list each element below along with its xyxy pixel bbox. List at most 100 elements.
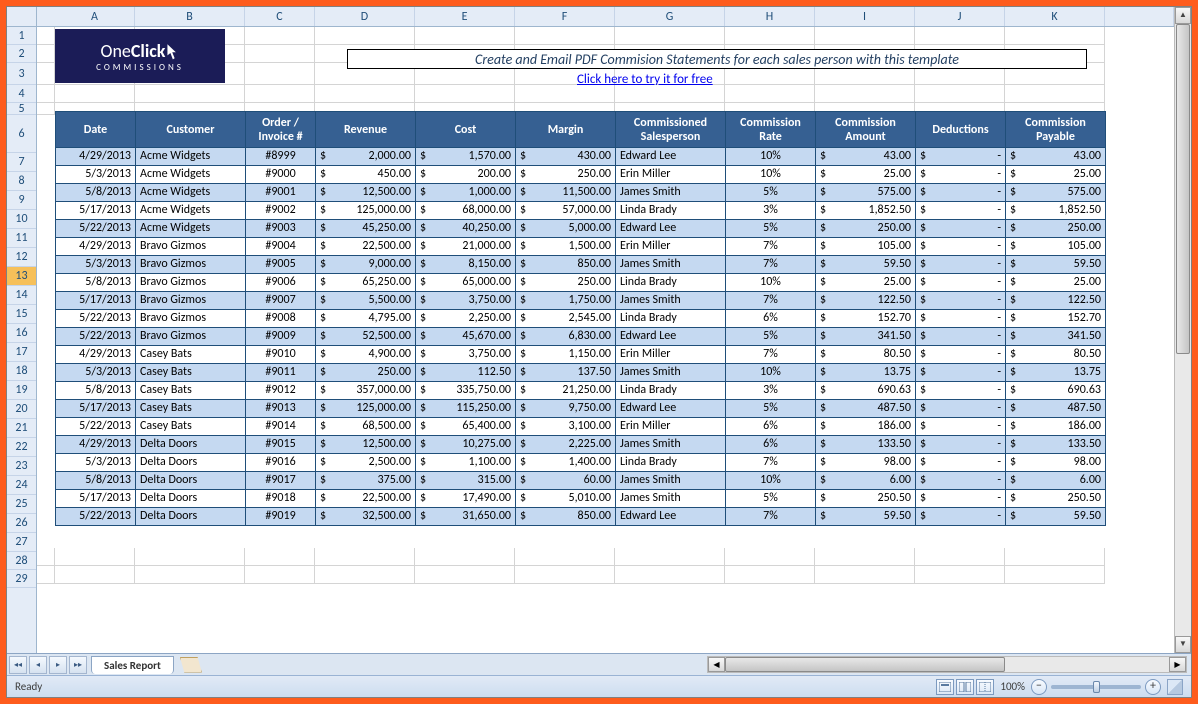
cell[interactable]: Erin Miller: [616, 238, 726, 256]
cell[interactable]: 186.00: [816, 418, 916, 436]
cell[interactable]: Delta Doors: [136, 490, 246, 508]
cell[interactable]: 10%: [726, 166, 816, 184]
table-row[interactable]: 5/3/2013Delta Doors#90162,500.001,100.00…: [56, 454, 1106, 472]
cell[interactable]: Casey Bats: [136, 418, 246, 436]
cell[interactable]: James Smith: [616, 184, 726, 202]
cell[interactable]: Bravo Gizmos: [136, 256, 246, 274]
cell[interactable]: 40,250.00: [416, 220, 516, 238]
cell[interactable]: 5/3/2013: [56, 166, 136, 184]
row-header-12[interactable]: 12: [7, 248, 36, 267]
cell[interactable]: 115,250.00: [416, 400, 516, 418]
cell[interactable]: 1,852.50: [1006, 202, 1106, 220]
col-header-commission-rate[interactable]: CommissionRate: [726, 112, 816, 148]
cell[interactable]: 6,830.00: [516, 328, 616, 346]
cell[interactable]: 5/8/2013: [56, 382, 136, 400]
cell[interactable]: Linda Brady: [616, 454, 726, 472]
sheet[interactable]: OneClick COMMISSIONS Create and Email PD…: [37, 27, 1174, 115]
zoom-slider-knob[interactable]: [1093, 681, 1100, 693]
cell[interactable]: 12,500.00: [316, 436, 416, 454]
cell[interactable]: Erin Miller: [616, 166, 726, 184]
table-row[interactable]: 5/8/2013Casey Bats#9012357,000.00335,750…: [56, 382, 1106, 400]
cell[interactable]: 52,500.00: [316, 328, 416, 346]
cell[interactable]: 6.00: [1006, 472, 1106, 490]
cell[interactable]: $-: [916, 238, 1006, 256]
cell[interactable]: Bravo Gizmos: [136, 292, 246, 310]
cell[interactable]: Erin Miller: [616, 418, 726, 436]
table-row[interactable]: 5/17/2013Bravo Gizmos#90075,500.003,750.…: [56, 292, 1106, 310]
cell[interactable]: 65,250.00: [316, 274, 416, 292]
scroll-down-button[interactable]: ▼: [1175, 636, 1191, 653]
scroll-thumb-vertical[interactable]: [1176, 24, 1190, 354]
cell[interactable]: #9008: [246, 310, 316, 328]
cell[interactable]: 32,500.00: [316, 508, 416, 526]
cell[interactable]: 152.70: [816, 310, 916, 328]
row-header-22[interactable]: 22: [7, 438, 36, 457]
cell[interactable]: $-: [916, 436, 1006, 454]
table-row[interactable]: 5/3/2013Casey Bats#9011250.00112.50137.5…: [56, 364, 1106, 382]
cell[interactable]: Casey Bats: [136, 346, 246, 364]
column-header-G[interactable]: G: [615, 7, 725, 26]
zoom-percent[interactable]: 100%: [1000, 680, 1025, 693]
cell[interactable]: 186.00: [1006, 418, 1106, 436]
cell[interactable]: 7%: [726, 256, 816, 274]
cell[interactable]: #9005: [246, 256, 316, 274]
row-header-24[interactable]: 24: [7, 476, 36, 495]
cell[interactable]: Linda Brady: [616, 382, 726, 400]
cell[interactable]: Edward Lee: [616, 400, 726, 418]
cell[interactable]: 850.00: [516, 508, 616, 526]
cell[interactable]: 80.50: [816, 346, 916, 364]
cell[interactable]: 375.00: [316, 472, 416, 490]
row-header-5[interactable]: 5: [7, 103, 36, 115]
row-header-1[interactable]: 1: [7, 27, 36, 45]
cell[interactable]: 3,750.00: [416, 292, 516, 310]
cell[interactable]: 10%: [726, 148, 816, 166]
cell[interactable]: 122.50: [816, 292, 916, 310]
cell[interactable]: 4,900.00: [316, 346, 416, 364]
row-header-7[interactable]: 7: [7, 153, 36, 172]
column-header-I[interactable]: I: [815, 7, 915, 26]
cell[interactable]: 7%: [726, 346, 816, 364]
cell[interactable]: 43.00: [816, 148, 916, 166]
cell[interactable]: 5%: [726, 220, 816, 238]
cell[interactable]: 45,250.00: [316, 220, 416, 238]
cell[interactable]: 2,250.00: [416, 310, 516, 328]
table-row[interactable]: 5/22/2013Acme Widgets#900345,250.0040,25…: [56, 220, 1106, 238]
cell[interactable]: #9010: [246, 346, 316, 364]
col-header-revenue[interactable]: Revenue: [316, 112, 416, 148]
cell[interactable]: 59.50: [816, 256, 916, 274]
cell[interactable]: 4/29/2013: [56, 238, 136, 256]
cell[interactable]: 1,000.00: [416, 184, 516, 202]
cell[interactable]: Acme Widgets: [136, 220, 246, 238]
cell[interactable]: 17,490.00: [416, 490, 516, 508]
cell[interactable]: 25.00: [1006, 274, 1106, 292]
table-row[interactable]: 5/17/2013Acme Widgets#9002125,000.0068,0…: [56, 202, 1106, 220]
cell[interactable]: 5/3/2013: [56, 454, 136, 472]
cell[interactable]: 2,545.00: [516, 310, 616, 328]
cell[interactable]: 4/29/2013: [56, 346, 136, 364]
cell[interactable]: 5/3/2013: [56, 256, 136, 274]
row-header-10[interactable]: 10: [7, 210, 36, 229]
row-header-27[interactable]: 27: [7, 533, 36, 552]
cell[interactable]: #9007: [246, 292, 316, 310]
column-header-D[interactable]: D: [315, 7, 415, 26]
cell[interactable]: 2,000.00: [316, 148, 416, 166]
cell[interactable]: 60.00: [516, 472, 616, 490]
cell[interactable]: 250.50: [816, 490, 916, 508]
cell[interactable]: 575.00: [816, 184, 916, 202]
cell[interactable]: 21,000.00: [416, 238, 516, 256]
cell[interactable]: $-: [916, 274, 1006, 292]
cell[interactable]: 1,100.00: [416, 454, 516, 472]
cell[interactable]: $-: [916, 166, 1006, 184]
cell[interactable]: $-: [916, 418, 1006, 436]
cell[interactable]: 7%: [726, 508, 816, 526]
cell[interactable]: Edward Lee: [616, 220, 726, 238]
cell[interactable]: #9018: [246, 490, 316, 508]
zoom-in-button[interactable]: +: [1145, 679, 1161, 695]
cell[interactable]: 4/29/2013: [56, 148, 136, 166]
table-row[interactable]: 4/29/2013Acme Widgets#89992,000.001,570.…: [56, 148, 1106, 166]
cell[interactable]: Bravo Gizmos: [136, 238, 246, 256]
cell[interactable]: $-: [916, 328, 1006, 346]
cell[interactable]: James Smith: [616, 490, 726, 508]
cell[interactable]: Edward Lee: [616, 508, 726, 526]
cell[interactable]: James Smith: [616, 292, 726, 310]
